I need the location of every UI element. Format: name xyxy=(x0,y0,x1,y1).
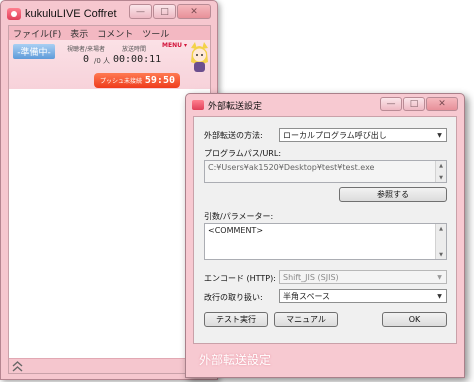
scroll-down-icon[interactable]: ▼ xyxy=(436,173,446,182)
encoding-label: エンコード (HTTP): xyxy=(204,274,276,283)
ok-button[interactable]: OK xyxy=(382,312,447,327)
close-button[interactable]: ✕ xyxy=(177,4,211,19)
push-status-bar[interactable]: プッシュ未接続 59:50 xyxy=(94,73,180,88)
chevron-down-icon: ▼ xyxy=(437,292,442,300)
program-path-label: プログラムパス/URL: xyxy=(204,149,282,158)
dialog-title-bar[interactable]: 外部転送設定 — □ ✕ xyxy=(186,94,464,116)
main-client-area: ファイル(F) 表示 コメント ツール -準備中- 視聴者/来場者 0 /0 人… xyxy=(8,25,211,374)
program-path-field[interactable]: C:¥Users¥ak1520¥Desktop¥test¥test.exe ▲ … xyxy=(204,160,447,183)
newline-label: 改行の取り扱い: xyxy=(204,293,263,302)
dialog-minimize-button[interactable]: — xyxy=(380,97,402,111)
minimize-button[interactable]: — xyxy=(129,4,152,19)
bottom-bar xyxy=(9,358,210,373)
dialog-banner-text: 外部転送設定 xyxy=(199,353,272,367)
viewers-value: 0 xyxy=(83,54,90,65)
newline-select[interactable]: 半角スペース ▼ xyxy=(279,289,447,303)
external-transfer-dialog: 外部転送設定 — □ ✕ 外部転送の方法: ローカルプログラム呼び出し ▼ プロ… xyxy=(185,93,465,378)
menu-tools[interactable]: ツール xyxy=(142,27,169,40)
maximize-button[interactable]: □ xyxy=(153,4,176,19)
menu-link[interactable]: MENU ▾ xyxy=(162,42,187,49)
mascot-icon xyxy=(191,42,208,72)
arguments-scrollbar[interactable]: ▲ ▼ xyxy=(435,224,446,259)
newline-select-value: 半角スペース xyxy=(283,291,331,301)
app-icon xyxy=(7,8,21,20)
broadcast-time-label: 放送時間 xyxy=(122,46,147,53)
browse-button[interactable]: 参照する xyxy=(339,187,447,202)
test-run-button[interactable]: テスト実行 xyxy=(204,312,268,327)
viewers-label: 視聴者/来場者 xyxy=(67,46,106,53)
main-title-bar[interactable]: kukuluLIVE Coffret — □ ✕ xyxy=(1,1,217,27)
menu-bar: ファイル(F) 表示 コメント ツール xyxy=(9,26,210,40)
menu-view[interactable]: 表示 xyxy=(70,27,88,40)
menu-file[interactable]: ファイル(F) xyxy=(13,27,61,40)
status-badge: -準備中- xyxy=(13,44,55,59)
chevron-down-icon: ▼ xyxy=(437,273,442,281)
dialog-app-icon xyxy=(192,100,204,110)
chevron-down-icon: ▼ xyxy=(437,131,442,139)
manual-button[interactable]: マニュアル xyxy=(274,312,338,327)
arguments-label: 引数/パラメーター: xyxy=(204,212,274,221)
program-path-value: C:¥Users¥ak1520¥Desktop¥test¥test.exe xyxy=(208,163,375,172)
comment-list[interactable] xyxy=(9,90,210,358)
broadcast-status-panel: -準備中- 視聴者/来場者 0 /0 人 放送時間 00:00:11 MENU … xyxy=(9,40,210,89)
dialog-maximize-button[interactable]: □ xyxy=(403,97,425,111)
arguments-field[interactable]: <COMMENT> ▲ ▼ xyxy=(204,223,447,260)
method-label: 外部転送の方法: xyxy=(204,131,263,140)
method-select-value: ローカルプログラム呼び出し xyxy=(283,130,387,140)
scroll-down-icon[interactable]: ▼ xyxy=(436,250,446,259)
scroll-up-icon[interactable]: ▲ xyxy=(436,161,446,170)
push-status-label: プッシュ未接続 xyxy=(100,78,143,85)
scroll-up-icon[interactable]: ▲ xyxy=(436,224,446,233)
main-window-title: kukuluLIVE Coffret xyxy=(25,8,117,20)
push-countdown: 59:50 xyxy=(144,75,175,86)
program-path-scrollbar[interactable]: ▲ ▼ xyxy=(435,161,446,182)
menu-comment[interactable]: コメント xyxy=(97,27,133,40)
arguments-value: <COMMENT> xyxy=(208,226,264,235)
encoding-select-value: Shift_JIS (SJIS) xyxy=(283,272,339,282)
double-chevron-up-icon[interactable] xyxy=(12,361,23,372)
method-select[interactable]: ローカルプログラム呼び出し ▼ xyxy=(279,128,447,142)
encoding-select: Shift_JIS (SJIS) ▼ xyxy=(279,270,447,284)
dialog-title: 外部転送設定 xyxy=(208,101,263,112)
dialog-client-area: 外部転送の方法: ローカルプログラム呼び出し ▼ プログラムパス/URL: C:… xyxy=(193,116,457,344)
broadcast-time-value: 00:00:11 xyxy=(113,54,162,65)
dialog-close-button[interactable]: ✕ xyxy=(426,97,458,111)
viewers-unit: /0 人 xyxy=(94,57,111,65)
dialog-banner: 外部転送設定 xyxy=(193,345,457,375)
